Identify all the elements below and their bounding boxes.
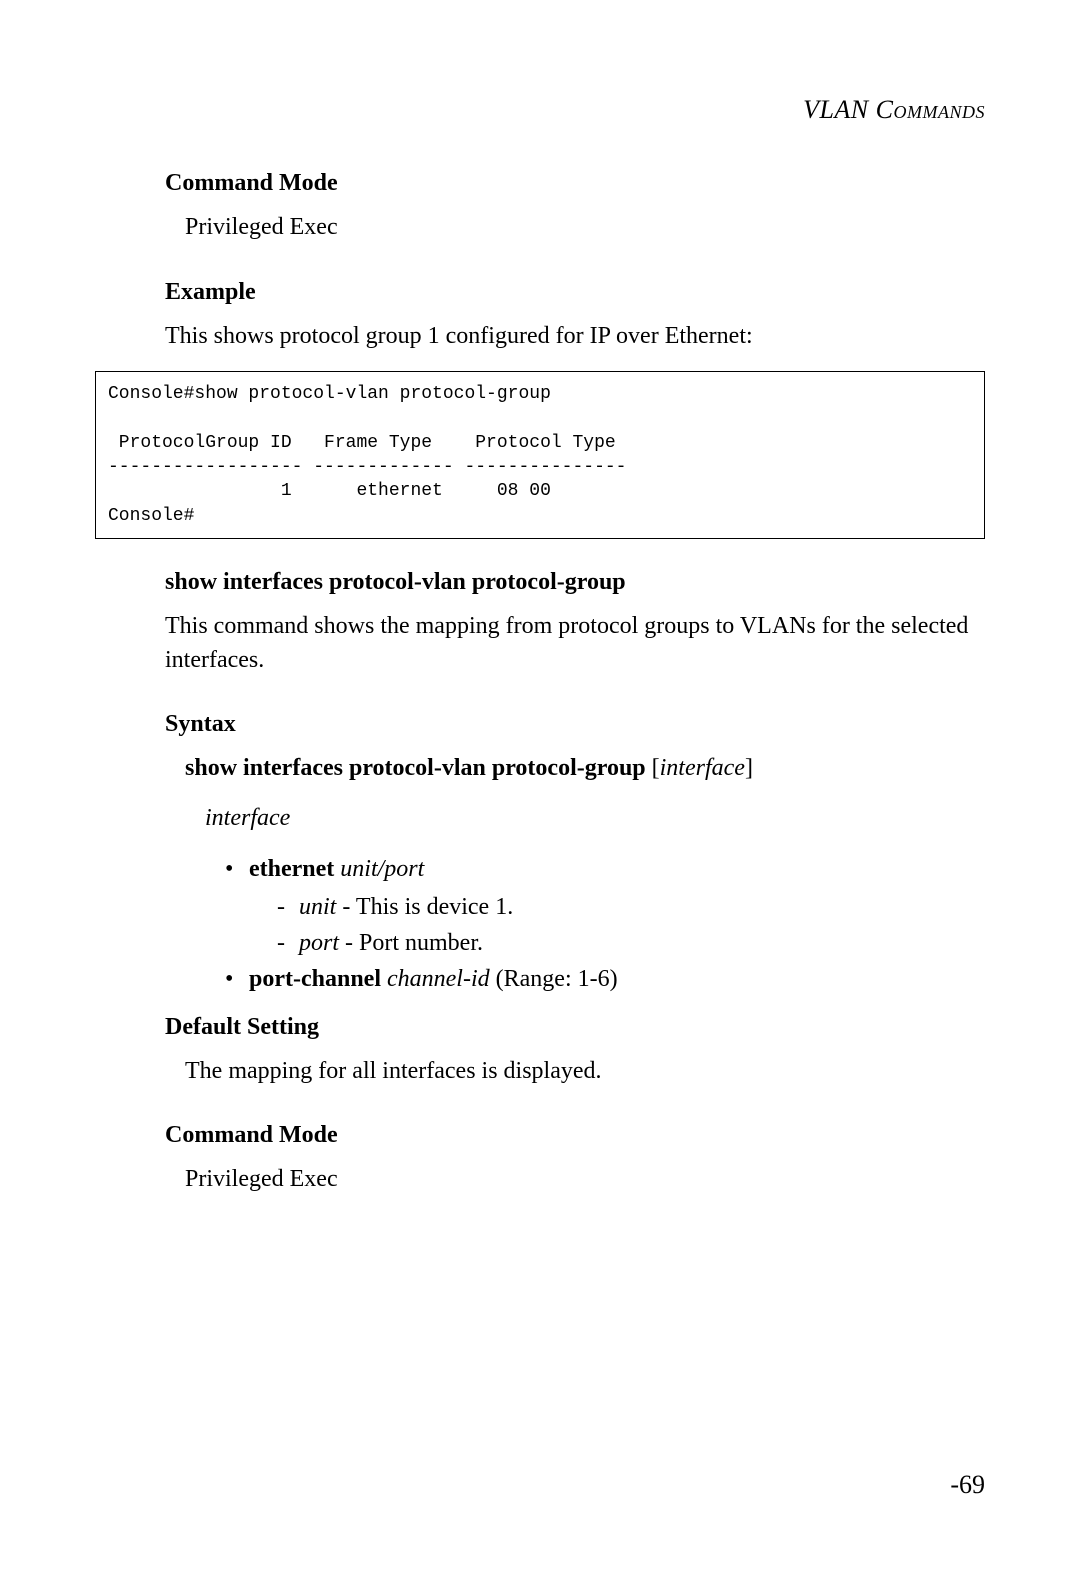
bullet-port-channel: port-channel channel-id (Range: 1-6) <box>225 961 985 998</box>
ethernet-keyword: ethernet <box>249 856 334 882</box>
running-header: VLAN Commands <box>803 95 985 125</box>
portchannel-range: (Range: 1-6) <box>490 966 618 992</box>
syntax-param-interface: interface <box>660 755 745 781</box>
heading-command-mode-2: Command Mode <box>165 1122 985 1149</box>
console-output: Console#show protocol-vlan protocol-grou… <box>95 371 985 539</box>
ethernet-args: unit/port <box>334 856 424 882</box>
text-default-setting: The mapping for all interfaces is displa… <box>185 1055 985 1089</box>
port-desc: - Port number. <box>339 930 483 956</box>
syntax-bracket-open: [ <box>646 755 660 781</box>
heading-show-interfaces: show interfaces protocol-vlan protocol-g… <box>165 569 985 596</box>
portchannel-arg: channel-id <box>381 966 490 992</box>
heading-command-mode-1: Command Mode <box>165 170 985 197</box>
bullet-ethernet: ethernet unit/port unit - This is device… <box>225 851 985 960</box>
syntax-line: show interfaces protocol-vlan protocol-g… <box>185 752 985 786</box>
syntax-cmd-bold: show interfaces protocol-vlan protocol-g… <box>185 755 646 781</box>
heading-default-setting: Default Setting <box>165 1014 985 1041</box>
port-label: port <box>299 930 339 956</box>
page-number: -69 <box>950 1470 985 1500</box>
syntax-interface-label: interface <box>205 802 985 836</box>
portchannel-keyword: port-channel <box>249 966 381 992</box>
text-example-intro: This shows protocol group 1 configured f… <box>165 320 985 354</box>
unit-desc: - This is device 1. <box>336 894 513 920</box>
text-command-mode-1: Privileged Exec <box>185 211 985 245</box>
text-command-mode-2: Privileged Exec <box>185 1163 985 1197</box>
heading-example: Example <box>165 279 985 306</box>
dash-port: port - Port number. <box>277 925 985 961</box>
unit-label: unit <box>299 894 336 920</box>
syntax-bracket-close: ] <box>745 755 753 781</box>
heading-syntax: Syntax <box>165 711 985 738</box>
syntax-bullet-list: ethernet unit/port unit - This is device… <box>225 851 985 997</box>
dash-unit: unit - This is device 1. <box>277 889 985 925</box>
text-show-interfaces-desc: This command shows the mapping from prot… <box>165 610 985 677</box>
ethernet-sublist: unit - This is device 1. port - Port num… <box>277 889 985 961</box>
